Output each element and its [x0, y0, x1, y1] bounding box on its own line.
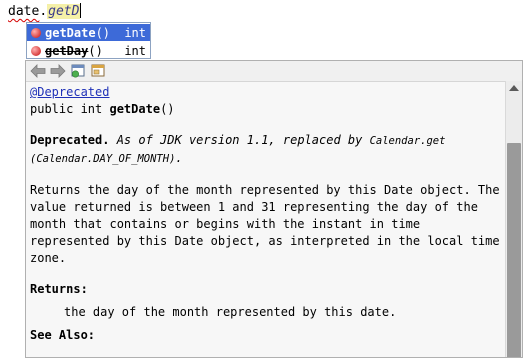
deprecated-annotation-link[interactable]: @Deprecated	[30, 85, 109, 99]
completion-item-params: ()	[95, 25, 111, 40]
returns-description: the day of the month represented by this…	[64, 305, 397, 319]
javadoc-popup: @Deprecated public int getDate() Depreca…	[25, 60, 523, 358]
forward-arrow-icon[interactable]	[49, 63, 67, 79]
code-completion-popup: getDate() int getDay() int	[26, 22, 151, 59]
date-variable: date	[8, 4, 40, 19]
completion-item-name: getDay	[45, 43, 89, 58]
javadoc-toolbar	[26, 61, 522, 82]
scroll-up-arrow-icon[interactable]	[509, 85, 519, 91]
javadoc-content: @Deprecated public int getDate() Depreca…	[30, 84, 504, 344]
javadoc-scrollbar[interactable]	[505, 81, 522, 357]
open-external-doc-icon[interactable]	[89, 63, 107, 79]
completion-item-name: getDate	[45, 25, 96, 40]
open-declaration-icon[interactable]	[69, 63, 87, 79]
completion-item-getdate[interactable]: getDate() int	[27, 24, 150, 41]
method-signature: public int getDate()	[30, 102, 175, 116]
text-caret	[80, 3, 82, 18]
scrollbar-thumb[interactable]	[507, 143, 521, 357]
completion-item-getday[interactable]: getDay() int	[27, 42, 150, 59]
completion-item-type: int	[124, 43, 146, 58]
see-also-heading: See Also:	[30, 328, 96, 342]
method-description: Returns the day of the month represented…	[30, 183, 500, 265]
completion-item-type: int	[124, 25, 146, 40]
public-method-icon	[31, 27, 41, 38]
code-editor-line[interactable]: date.getD	[8, 3, 82, 19]
back-arrow-icon[interactable]	[29, 63, 47, 79]
public-method-icon	[31, 45, 41, 56]
deprecation-note: Deprecated. As of JDK version 1.1, repla…	[30, 133, 446, 165]
completion-item-params: ()	[88, 43, 103, 58]
returns-heading: Returns:	[30, 282, 88, 296]
typed-method-prefix: getD	[47, 4, 81, 19]
dot-operator: .	[39, 4, 48, 19]
